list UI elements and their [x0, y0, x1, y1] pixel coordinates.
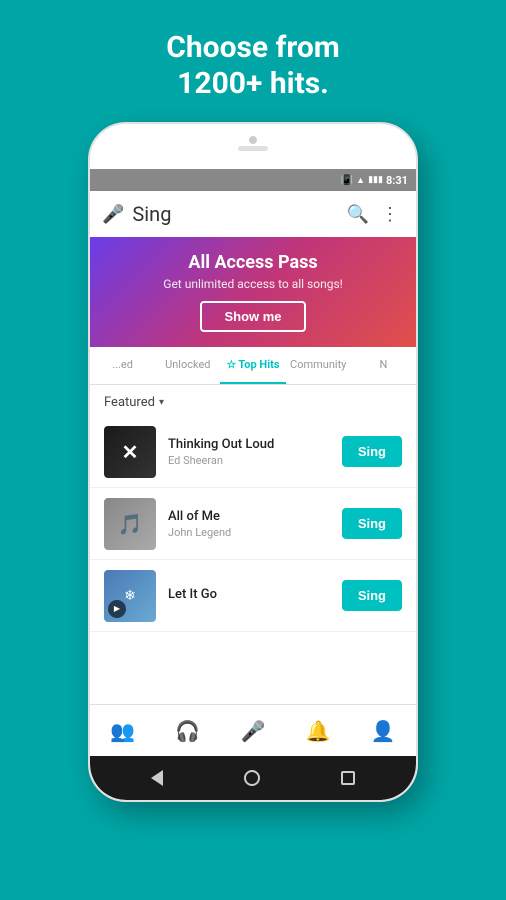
song-artist: Ed Sheeran	[168, 454, 342, 467]
nav-sing-icon[interactable]: 🎤	[235, 713, 271, 749]
app-background: Choose from 1200+ hits. 📳 ▲ ▮▮▮ 8:31 🎤	[0, 0, 506, 900]
sing-button-vip[interactable]: Sing	[342, 508, 402, 539]
wifi-icon: ▲	[356, 175, 365, 186]
tab-community[interactable]: Community	[286, 347, 351, 384]
play-icon: ▶	[108, 600, 126, 618]
status-icons: 📳 ▲ ▮▮▮ 8:31	[341, 174, 408, 187]
nav-headphones-icon[interactable]: 🎧	[170, 713, 206, 749]
sing-button[interactable]: Sing	[342, 436, 402, 467]
bottom-nav: 👥 🎧 🎤 🔔 👤	[90, 704, 416, 756]
nav-profile-icon[interactable]: 👤	[365, 713, 401, 749]
song-title: Let It Go	[168, 587, 342, 602]
phone-shell: 📳 ▲ ▮▮▮ 8:31 🎤 Sing 🔍 ⋮ All Access Pass …	[88, 122, 418, 802]
song-title: All of Me	[168, 509, 342, 524]
song-list: Thinking Out Loud Ed Sheeran Sing 🎵 All …	[90, 416, 416, 632]
vibrate-icon: 📳	[341, 175, 353, 186]
phone-speaker	[238, 146, 268, 151]
sing-button[interactable]: Sing	[342, 580, 402, 611]
search-icon[interactable]: 🔍	[344, 200, 372, 228]
featured-dropdown-icon: ▾	[159, 397, 164, 408]
banner-subtitle: Get unlimited access to all songs!	[163, 277, 342, 291]
phone-top-bezel	[90, 124, 416, 169]
headline-text: Choose from 1200+ hits.	[166, 30, 340, 102]
song-thumbnail: 🎵	[104, 498, 156, 550]
nav-friends-icon[interactable]: 👥	[105, 713, 141, 749]
banner-title: All Access Pass	[188, 252, 317, 273]
phone-content: 📳 ▲ ▮▮▮ 8:31 🎤 Sing 🔍 ⋮ All Access Pass …	[90, 169, 416, 755]
recents-button[interactable]	[341, 771, 355, 785]
android-nav-bar	[90, 756, 416, 800]
tab-featured[interactable]: ...ed	[90, 347, 155, 384]
tab-unlocked[interactable]: Unlocked	[155, 347, 220, 384]
ed-sheeran-thumb	[104, 426, 156, 478]
phone-camera	[249, 136, 257, 144]
status-time: 8:31	[386, 174, 408, 187]
list-item: 🎵 All of Me John Legend Sing	[90, 488, 416, 560]
song-thumbnail: ❄ ▶	[104, 570, 156, 622]
song-artist: John Legend	[168, 526, 342, 539]
more-menu-icon[interactable]: ⋮	[376, 200, 404, 228]
featured-label[interactable]: Featured ▾	[90, 385, 416, 416]
john-legend-thumb: 🎵	[104, 498, 156, 550]
status-bar: 📳 ▲ ▮▮▮ 8:31	[90, 169, 416, 191]
tabs-bar: ...ed Unlocked ☆ Top Hits Community N	[90, 347, 416, 385]
song-thumbnail	[104, 426, 156, 478]
song-info: Thinking Out Loud Ed Sheeran	[168, 437, 342, 467]
app-title: Sing	[132, 202, 340, 226]
tab-new[interactable]: N	[351, 347, 416, 384]
all-access-banner: All Access Pass Get unlimited access to …	[90, 237, 416, 347]
list-item: ❄ ▶ Let It Go Sing	[90, 560, 416, 632]
tab-top-hits[interactable]: ☆ Top Hits	[220, 347, 285, 384]
show-me-button[interactable]: Show me	[200, 301, 305, 332]
song-title: Thinking Out Loud	[168, 437, 342, 452]
star-icon: ☆	[227, 358, 237, 371]
home-button[interactable]	[244, 770, 260, 786]
list-item: Thinking Out Loud Ed Sheeran Sing	[90, 416, 416, 488]
song-info: Let It Go	[168, 587, 342, 604]
app-toolbar: 🎤 Sing 🔍 ⋮	[90, 191, 416, 237]
nav-notifications-icon[interactable]: 🔔	[300, 713, 336, 749]
back-button[interactable]	[151, 770, 163, 786]
app-logo-icon: 🎤	[102, 204, 124, 225]
song-info: All of Me John Legend	[168, 509, 342, 539]
signal-icon: ▮▮▮	[368, 175, 383, 185]
